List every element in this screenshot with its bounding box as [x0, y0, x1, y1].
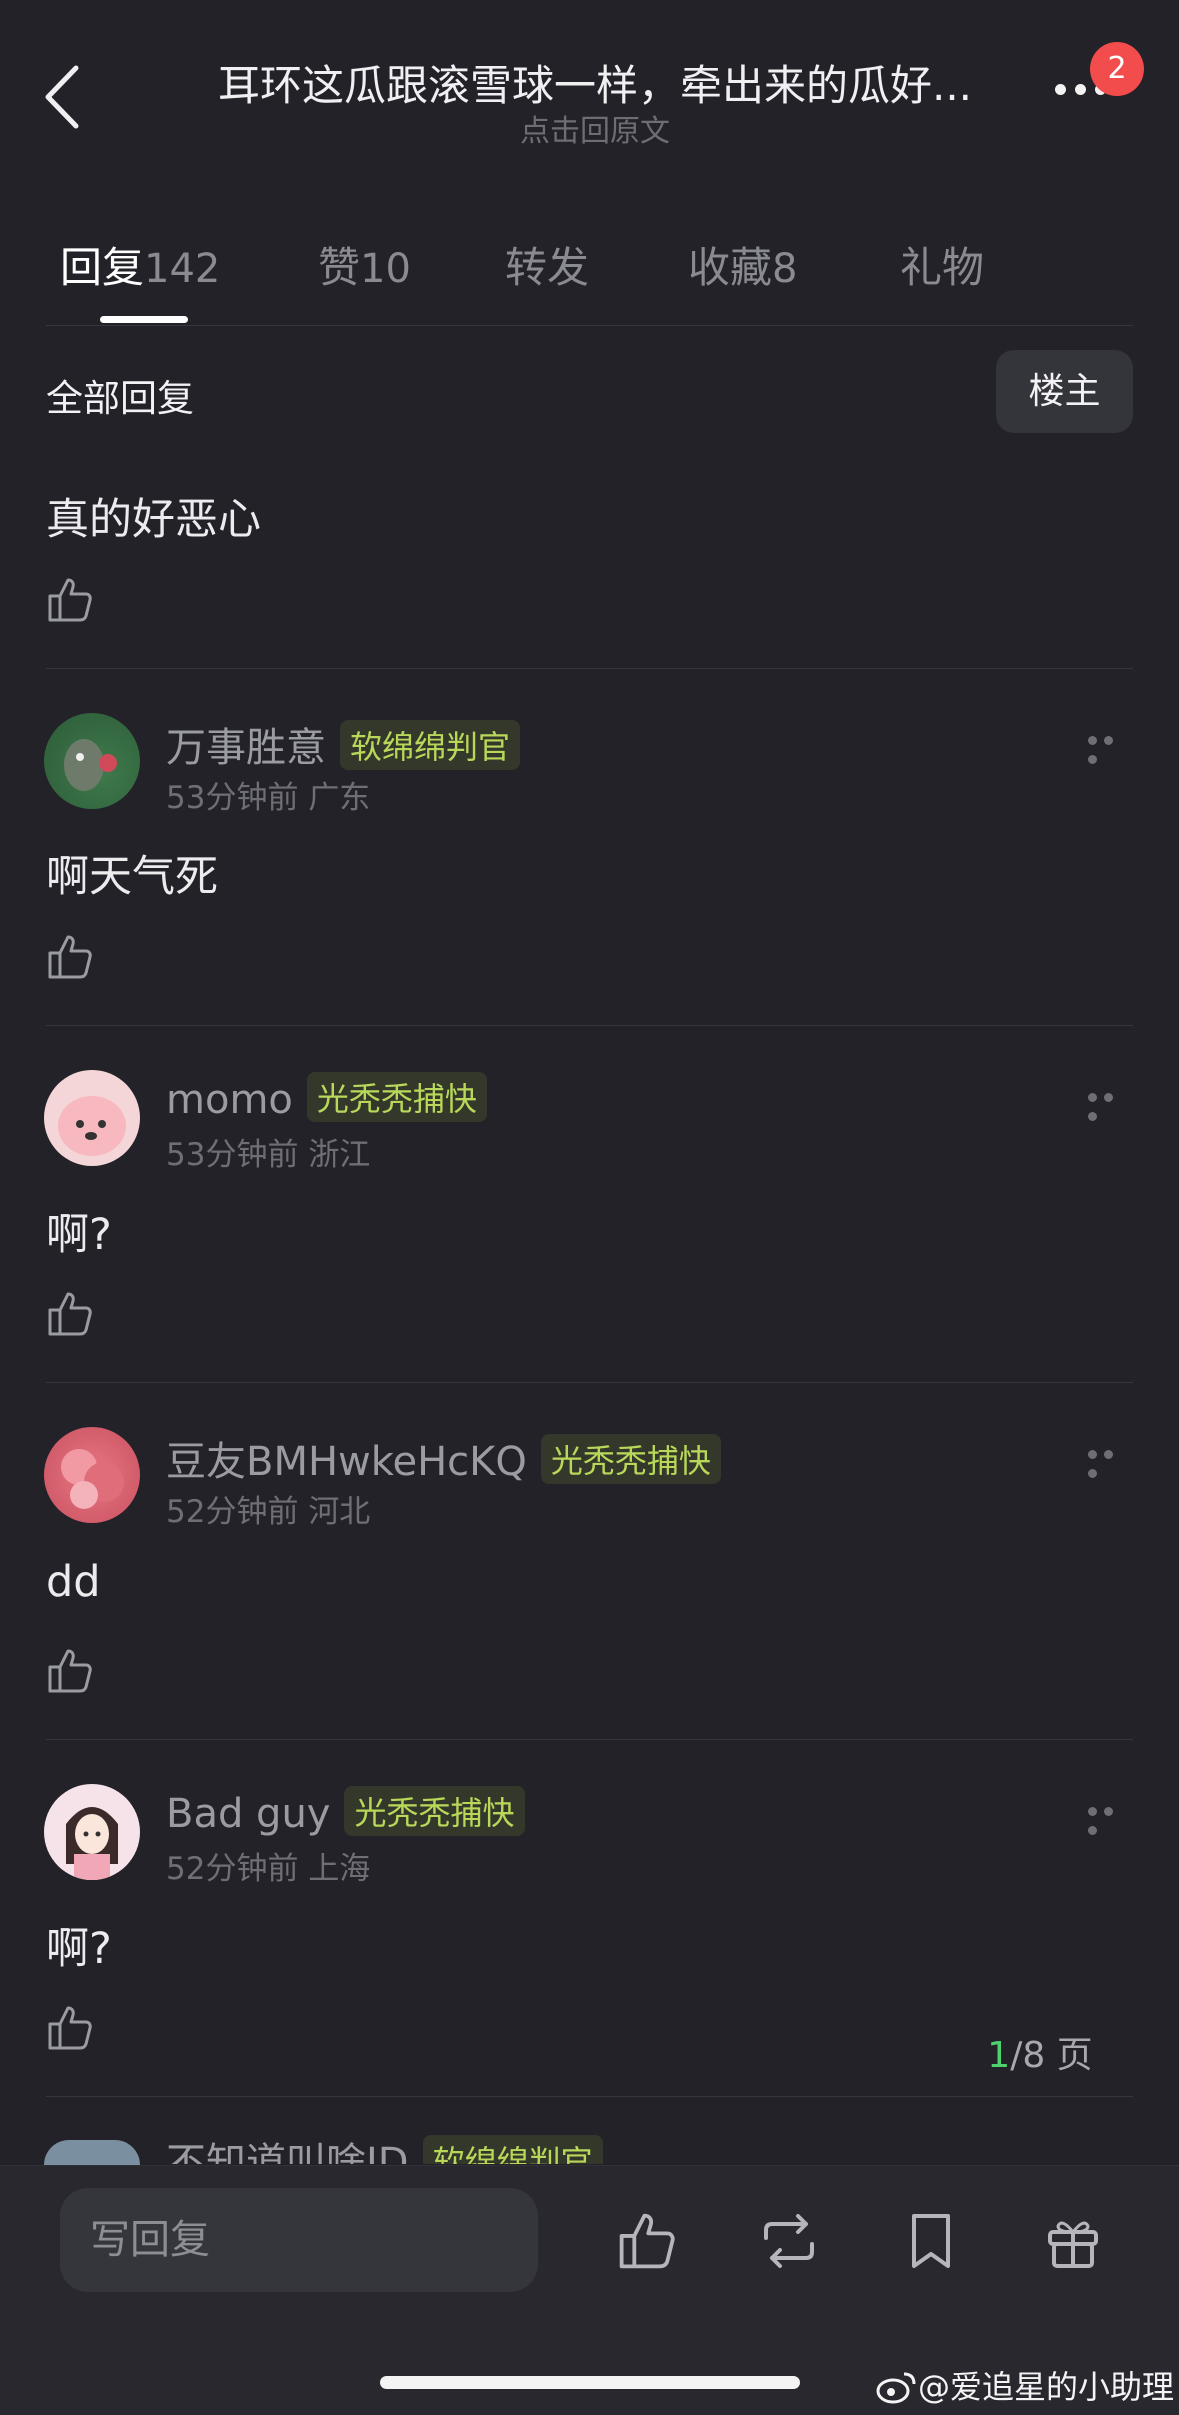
- comment-time: 53分钟前: [166, 780, 299, 816]
- user-tag: 软绵绵判官: [422, 2135, 603, 2164]
- avatar[interactable]: [44, 2140, 140, 2165]
- like-icon[interactable]: [44, 574, 96, 626]
- comment-meta: 53分钟前 广东: [166, 772, 370, 817]
- tab-bar: 回复142 赞10 转发 收藏8 礼物: [0, 220, 1179, 330]
- home-indicator[interactable]: [380, 2376, 800, 2389]
- watermark-text: @爱追星的小助理: [918, 2368, 1175, 2406]
- tab-label: 收藏: [688, 243, 773, 292]
- tab-likes[interactable]: 赞10: [318, 234, 411, 295]
- repost-icon[interactable]: [756, 2208, 822, 2274]
- username-text: 豆友BMHwkeHcKQ: [166, 1439, 527, 1485]
- avatar[interactable]: [44, 1070, 140, 1166]
- user-tag: 光秃秃捕快: [344, 1786, 525, 1836]
- username[interactable]: 豆友BMHwkeHcKQ 光秃秃捕快: [166, 1429, 721, 1487]
- notification-badge: 2: [1090, 42, 1144, 96]
- comment-more-icon[interactable]: [1088, 730, 1134, 764]
- active-tab-indicator: [100, 316, 188, 323]
- user-tag: 光秃秃捕快: [540, 1434, 721, 1484]
- tab-label: 转发: [505, 243, 590, 292]
- divider: [46, 1382, 1133, 1383]
- avatar[interactable]: [44, 1427, 140, 1523]
- comment-text: 真的好恶心: [46, 495, 261, 545]
- tab-label: 赞: [318, 243, 361, 292]
- comment-location: 上海: [308, 1851, 371, 1887]
- comment-meta: 52分钟前 河北: [166, 1486, 370, 1531]
- comment-text: 啊?: [46, 1924, 112, 1974]
- like-icon[interactable]: [44, 1288, 96, 1340]
- username[interactable]: 不知道叫啥ID 软绵绵判官: [166, 2130, 603, 2164]
- user-tag: 软绵绵判官: [340, 720, 521, 770]
- current-page: 1: [987, 2035, 1011, 2076]
- comment-more-icon[interactable]: [1088, 1087, 1134, 1121]
- total-pages: /8 页: [1010, 2035, 1093, 2076]
- tab-count: 142: [144, 246, 221, 292]
- username-text: momo: [166, 1077, 293, 1123]
- comment-meta: 53分钟前 浙江: [166, 1129, 370, 1174]
- owner-only-button[interactable]: 楼主: [996, 350, 1133, 433]
- comment-time: 52分钟前: [166, 1851, 299, 1887]
- comment-more-icon[interactable]: [1088, 1444, 1134, 1478]
- back-icon[interactable]: [40, 62, 90, 132]
- divider: [46, 325, 1133, 326]
- bookmark-icon[interactable]: [898, 2208, 964, 2274]
- comment-more-icon[interactable]: [1088, 1801, 1134, 1835]
- like-icon[interactable]: [614, 2208, 680, 2274]
- comment-location: 河北: [308, 1494, 371, 1530]
- avatar[interactable]: [44, 713, 140, 809]
- tab-gifts[interactable]: 礼物: [900, 234, 984, 295]
- username[interactable]: momo 光秃秃捕快: [166, 1072, 487, 1123]
- divider: [46, 1025, 1133, 1026]
- divider: [46, 1739, 1133, 1740]
- comment-text: 啊?: [46, 1210, 112, 1260]
- comment-location: 广东: [308, 780, 371, 816]
- comment-time: 52分钟前: [166, 1494, 299, 1530]
- gift-icon[interactable]: [1040, 2208, 1106, 2274]
- like-icon[interactable]: [44, 931, 96, 983]
- like-icon[interactable]: [44, 1645, 96, 1697]
- page-indicator[interactable]: 1/8 页: [960, 2026, 1120, 2076]
- user-tag: 光秃秃捕快: [306, 1072, 487, 1122]
- bottom-action-bar: 写回复 @爱追星的小助理: [0, 2165, 1179, 2415]
- comment-time: 53分钟前: [166, 1137, 299, 1173]
- avatar[interactable]: [44, 1784, 140, 1880]
- username[interactable]: 万事胜意 软绵绵判官: [166, 715, 521, 773]
- tab-count: 10: [360, 246, 411, 292]
- username[interactable]: Bad guy 光秃秃捕快: [166, 1786, 525, 1837]
- watermark: @爱追星的小助理: [876, 2362, 1174, 2408]
- comment-text: dd: [46, 1557, 101, 1607]
- tab-count: 8: [772, 246, 798, 292]
- username-text: 不知道叫啥ID: [166, 2140, 409, 2164]
- comment-location: 浙江: [308, 1137, 371, 1173]
- comment-meta: 52分钟前 上海: [166, 1843, 370, 1888]
- top-bar: 耳环这瓜跟滚雪球一样，牵出来的瓜好... 点击回原文 2: [0, 0, 1179, 180]
- all-replies-label: 全部回复: [46, 377, 194, 420]
- comment-text: 啊天气死: [46, 852, 218, 902]
- like-icon[interactable]: [44, 2002, 96, 2054]
- username-text: 万事胜意: [166, 725, 326, 771]
- weibo-logo-icon: [876, 2372, 916, 2404]
- divider: [46, 668, 1133, 669]
- tab-label: 回复: [60, 243, 145, 292]
- divider: [46, 2096, 1133, 2097]
- back-to-post-link[interactable]: 点击回原文: [180, 106, 1010, 150]
- username-text: Bad guy: [166, 1791, 331, 1837]
- tab-reposts[interactable]: 转发: [505, 234, 589, 295]
- reply-input[interactable]: 写回复: [60, 2188, 538, 2292]
- tab-replies[interactable]: 回复142: [60, 234, 220, 295]
- post-title[interactable]: 耳环这瓜跟滚雪球一样，牵出来的瓜好...: [180, 52, 1010, 113]
- tab-label: 礼物: [900, 243, 985, 292]
- tab-collections[interactable]: 收藏8: [688, 234, 797, 295]
